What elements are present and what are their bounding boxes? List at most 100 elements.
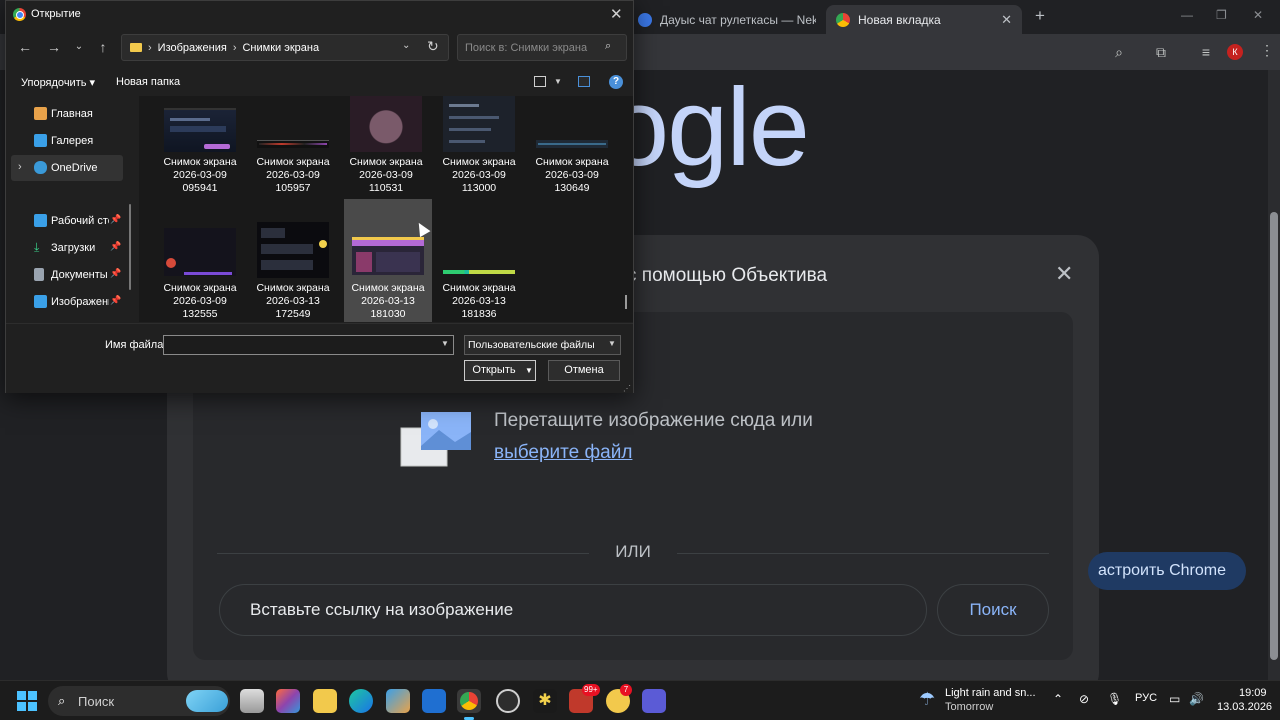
organize-menu[interactable]: Упорядочить ▾ (21, 76, 95, 89)
file-tile[interactable]: Снимок экрана 2026-03-09 095941 (156, 96, 244, 220)
lens-search-button[interactable]: Поиск (937, 584, 1049, 636)
file-tile[interactable]: Снимок экрана 2026-03-13 181836 (435, 222, 523, 322)
minimize-icon[interactable]: — (1181, 8, 1193, 22)
file-name-line: 113000 (461, 182, 497, 194)
file-thumbnail (164, 228, 236, 276)
file-name-line: Снимок экрана (442, 282, 516, 294)
breadcrumb-pictures[interactable]: Изображения (158, 42, 227, 54)
taskbar-search-placeholder: Поиск (78, 694, 115, 709)
file-name-line: Снимок экрана (256, 156, 330, 168)
new-tab-plus-icon[interactable]: + (1030, 6, 1050, 26)
media-control-icon[interactable]: ≡ (1197, 43, 1215, 61)
rain-umbrella-icon[interactable]: ☂ (919, 689, 935, 710)
file-name-line: 2026-03-13 (361, 295, 415, 307)
preview-pane-icon[interactable] (578, 76, 590, 87)
refresh-icon[interactable]: ↻ (427, 38, 439, 55)
file-name: Снимок экрана 2026-03-13 172549 (249, 282, 337, 321)
file-name-line: 181030 (370, 308, 406, 320)
microphone-icon[interactable]: 🎙 (1107, 692, 1122, 706)
file-tile[interactable]: Снимок экрана 2026-03-09 130649 (528, 96, 616, 220)
clock-time[interactable]: 19:09 (1239, 687, 1267, 699)
nav-item-documents[interactable]: Документы 📌 (6, 262, 136, 288)
nav-item-desktop[interactable]: Рабочий стол 📌 (6, 208, 136, 234)
display-icon[interactable]: ▭ (1169, 692, 1180, 706)
file-name: Снимок экрана 2026-03-13 181030 (344, 282, 432, 321)
discord-like-icon[interactable] (642, 689, 666, 713)
volume-icon[interactable]: 🔊 (1189, 692, 1204, 706)
start-windows-icon[interactable] (17, 691, 37, 711)
nav-item-onedrive[interactable]: › OneDrive (11, 155, 123, 181)
file-tile[interactable]: Снимок экрана 2026-03-09 113000 (435, 96, 523, 220)
task-view-icon[interactable] (240, 689, 264, 713)
clock-date[interactable]: 13.03.2026 (1217, 701, 1272, 713)
chevron-down-icon[interactable]: ▼ (441, 339, 449, 348)
file-list-scrollbar[interactable] (625, 295, 627, 309)
chrome-taskbar-icon[interactable] (457, 689, 481, 720)
customize-chrome-button[interactable]: астроить Chrome (1088, 552, 1246, 590)
address-bar[interactable]: › Изображения › Снимки экрана ⌄ ↻ (121, 34, 449, 61)
chrome-menu-icon[interactable]: ⋮ (1260, 42, 1274, 59)
filename-input[interactable]: ▼ (163, 335, 454, 355)
file-thumbnail (350, 96, 422, 152)
nav-item-home[interactable]: Главная (6, 101, 136, 127)
sun-app-icon[interactable]: ✱ (533, 689, 557, 713)
file-tile-selected[interactable]: Снимок экрана 2026-03-13 181030 (344, 199, 432, 322)
up-arrow-icon[interactable]: ↑ (94, 38, 112, 56)
weather-text[interactable]: Light rain and sn... (945, 687, 1036, 699)
file-explorer-icon[interactable] (313, 689, 337, 713)
tab-nekto[interactable]: Дауыс чат рулеткасы — Nekto (628, 5, 826, 34)
pictures-icon (34, 295, 47, 308)
clock-app-icon[interactable] (496, 689, 520, 713)
back-arrow-icon[interactable]: ← (16, 38, 34, 56)
zoom-search-icon[interactable]: ⌕ (1110, 43, 1128, 61)
breadcrumb-screenshots[interactable]: Снимки экрана (242, 42, 319, 54)
divider (677, 553, 1049, 554)
help-icon[interactable]: ? (609, 75, 623, 89)
chrome-icon (13, 8, 26, 21)
microsoft-store-icon[interactable] (386, 689, 410, 713)
image-url-input[interactable]: Вставьте ссылку на изображение (219, 584, 927, 636)
extensions-icon[interactable]: ⧉ (1152, 43, 1170, 61)
open-options-dropdown-icon[interactable]: ▼ (523, 360, 536, 381)
view-options-icon[interactable] (534, 76, 546, 87)
file-tile[interactable]: Снимок экрана 2026-03-09 132555 (156, 222, 244, 322)
file-name-line: Снимок экрана (535, 156, 609, 168)
cancel-button[interactable]: Отмена (548, 360, 620, 381)
nav-item-pictures[interactable]: Изображения 📌 (6, 289, 136, 315)
tab-new-tab[interactable]: Новая вкладка ✕ (826, 5, 1022, 34)
maximize-icon[interactable]: ❐ (1216, 8, 1227, 22)
nav-item-downloads[interactable]: ⤓ Загрузки 📌 (6, 235, 136, 261)
choose-file-link[interactable]: выберите файл (494, 442, 632, 464)
lens-close-icon[interactable]: ✕ (1055, 261, 1073, 287)
new-folder-button[interactable]: Новая папка (116, 76, 180, 88)
page-scrollbar-thumb[interactable] (1270, 212, 1278, 660)
open-button[interactable]: Открыть (464, 360, 524, 381)
resize-grip-icon[interactable]: ⋰ (623, 384, 631, 393)
expand-chevron-icon[interactable]: › (18, 161, 22, 173)
folder-search-input[interactable]: Поиск в: Снимки экрана ⌕ (457, 34, 627, 61)
taskbar-search[interactable]: ⌕ Поиск (48, 686, 230, 716)
profile-avatar[interactable]: К (1227, 44, 1243, 60)
outlook-icon[interactable] (422, 689, 446, 713)
recent-locations-chevron-icon[interactable]: ⌄ (70, 38, 88, 56)
nav-item-label: Главная (51, 108, 93, 120)
dialog-close-icon[interactable]: ✕ (610, 5, 623, 23)
nav-pane-scrollbar[interactable] (129, 204, 131, 290)
notification-badge: 99+ (582, 684, 600, 696)
file-tile[interactable]: Снимок экрана 2026-03-09 105957 (249, 96, 337, 220)
view-dropdown-icon[interactable]: ▼ (554, 77, 562, 86)
tab-close-icon[interactable]: ✕ (1001, 12, 1012, 28)
pin-icon: 📌 (110, 241, 122, 251)
close-window-icon[interactable]: ✕ (1253, 8, 1263, 22)
file-type-select[interactable]: Пользовательские файлы ▼ (464, 335, 621, 355)
file-tile[interactable]: Снимок экрана 2026-03-13 172549 (249, 222, 337, 322)
address-dropdown-icon[interactable]: ⌄ (402, 40, 410, 51)
copilot-icon[interactable] (276, 689, 300, 713)
documents-icon (34, 268, 44, 281)
forward-arrow-icon[interactable]: → (45, 38, 63, 56)
tray-chevron-up-icon[interactable]: ⌃ (1053, 692, 1063, 706)
network-off-icon[interactable]: ⊘ (1079, 692, 1089, 706)
language-indicator[interactable]: РУС (1135, 692, 1157, 704)
edge-icon[interactable] (349, 689, 373, 713)
nav-item-gallery[interactable]: Галерея (6, 128, 136, 154)
